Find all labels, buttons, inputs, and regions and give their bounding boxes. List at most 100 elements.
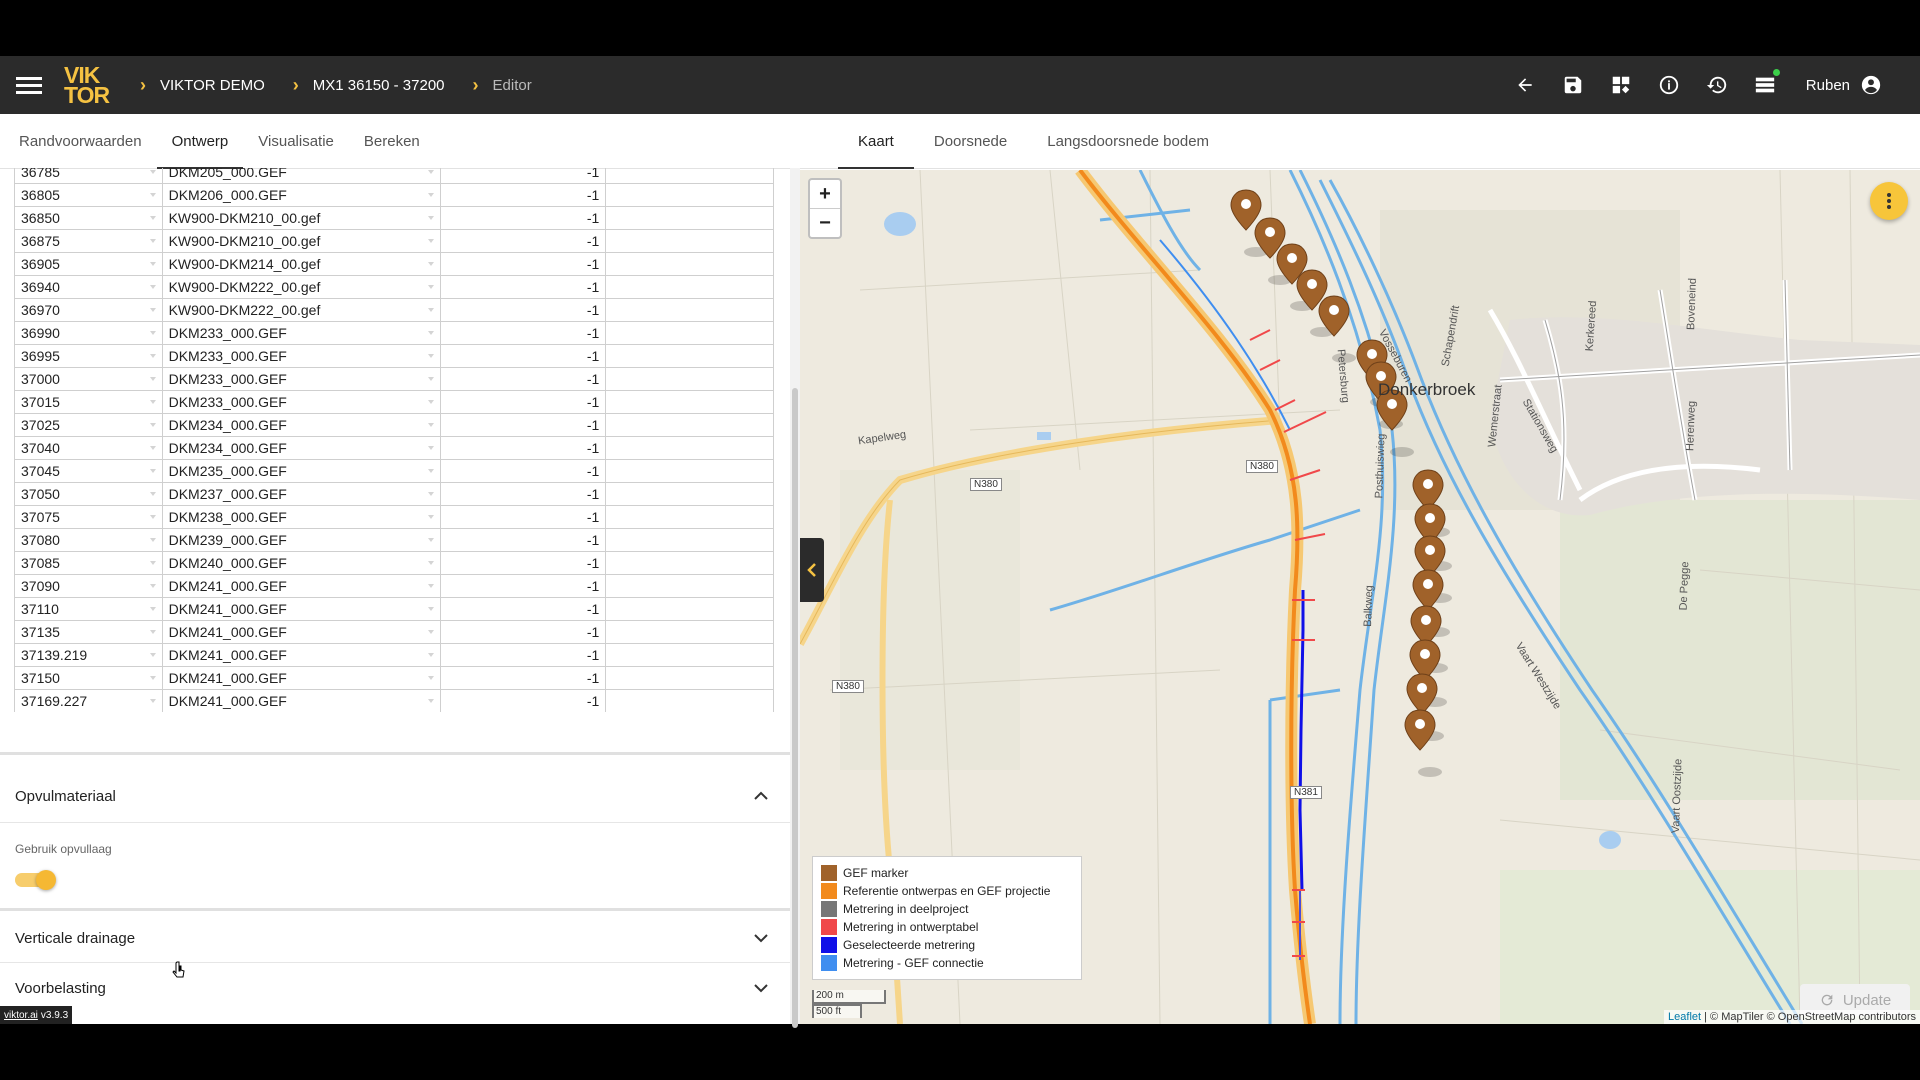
empty-cell[interactable] bbox=[605, 666, 774, 690]
section-opvulmateriaal-header[interactable]: Opvulmateriaal bbox=[0, 770, 790, 823]
empty-cell[interactable] bbox=[605, 321, 774, 345]
version-site-link[interactable]: viktor.ai bbox=[4, 1010, 38, 1021]
empty-cell[interactable] bbox=[605, 505, 774, 529]
info-icon[interactable] bbox=[1656, 72, 1682, 98]
map-menu-button[interactable] bbox=[1870, 182, 1908, 220]
empty-cell[interactable] bbox=[605, 252, 774, 276]
viktor-logo[interactable]: VIK TOR bbox=[64, 63, 112, 107]
metrering-cell[interactable]: 36990 bbox=[14, 321, 163, 345]
gef-file-cell[interactable]: KW900-DKM214_00.gef bbox=[161, 252, 441, 276]
metrering-cell[interactable]: 37075 bbox=[14, 505, 163, 529]
value-cell[interactable]: -1 bbox=[439, 390, 607, 414]
value-cell[interactable]: -1 bbox=[439, 482, 607, 506]
empty-cell[interactable] bbox=[605, 168, 774, 184]
gef-file-cell[interactable]: DKM241_000.GEF bbox=[161, 689, 441, 712]
value-cell[interactable]: -1 bbox=[439, 551, 607, 575]
opvullaag-toggle[interactable] bbox=[15, 870, 56, 890]
table-row[interactable]: 37000 DKM233_000.GEF -1 bbox=[14, 367, 774, 391]
empty-cell[interactable] bbox=[605, 597, 774, 621]
gef-file-cell[interactable]: DKM240_000.GEF bbox=[161, 551, 441, 575]
gef-file-cell[interactable]: KW900-DKM210_00.gef bbox=[161, 206, 441, 230]
gef-file-cell[interactable]: DKM241_000.GEF bbox=[161, 666, 441, 690]
empty-cell[interactable] bbox=[605, 298, 774, 322]
metrering-cell[interactable]: 37015 bbox=[14, 390, 163, 414]
gef-file-cell[interactable]: DKM241_000.GEF bbox=[161, 620, 441, 644]
value-cell[interactable]: -1 bbox=[439, 275, 607, 299]
empty-cell[interactable] bbox=[605, 275, 774, 299]
tab-randvoorwaarden[interactable]: Randvoorwaarden bbox=[4, 114, 157, 168]
table-row[interactable]: 37090 DKM241_000.GEF -1 bbox=[14, 574, 774, 598]
table-row[interactable]: 36995 DKM233_000.GEF -1 bbox=[14, 344, 774, 368]
tab-bereken[interactable]: Bereken bbox=[349, 114, 435, 168]
table-row[interactable]: 37150 DKM241_000.GEF -1 bbox=[14, 666, 774, 690]
table-row[interactable]: 37025 DKM234_000.GEF -1 bbox=[14, 413, 774, 437]
table-row[interactable]: 37169.227 DKM241_000.GEF -1 bbox=[14, 689, 774, 712]
metrering-cell[interactable]: 37169.227 bbox=[14, 689, 163, 712]
gef-file-cell[interactable]: DKM238_000.GEF bbox=[161, 505, 441, 529]
empty-cell[interactable] bbox=[605, 206, 774, 230]
apps-icon[interactable] bbox=[1608, 72, 1634, 98]
tab-visualisatie[interactable]: Visualisatie bbox=[243, 114, 349, 168]
gef-file-cell[interactable]: DKM241_000.GEF bbox=[161, 574, 441, 598]
scrollbar-thumb[interactable] bbox=[792, 388, 798, 1028]
empty-cell[interactable] bbox=[605, 344, 774, 368]
empty-cell[interactable] bbox=[605, 436, 774, 460]
tab-ontwerp[interactable]: Ontwerp bbox=[156, 114, 244, 169]
tab-kaart[interactable]: Kaart bbox=[838, 114, 914, 169]
value-cell[interactable]: -1 bbox=[439, 643, 607, 667]
empty-cell[interactable] bbox=[605, 183, 774, 207]
metrering-cell[interactable]: 36850 bbox=[14, 206, 163, 230]
metrering-cell[interactable]: 36805 bbox=[14, 183, 163, 207]
gef-file-cell[interactable]: KW900-DKM222_00.gef bbox=[161, 275, 441, 299]
metrering-cell[interactable]: 37025 bbox=[14, 413, 163, 437]
empty-cell[interactable] bbox=[605, 482, 774, 506]
menu-icon[interactable] bbox=[16, 76, 42, 94]
gef-file-cell[interactable]: DKM233_000.GEF bbox=[161, 367, 441, 391]
gef-file-cell[interactable]: DKM234_000.GEF bbox=[161, 436, 441, 460]
gef-file-cell[interactable]: DKM234_000.GEF bbox=[161, 413, 441, 437]
metrering-cell[interactable]: 36995 bbox=[14, 344, 163, 368]
tab-doorsnede[interactable]: Doorsnede bbox=[914, 114, 1027, 168]
value-cell[interactable]: -1 bbox=[439, 528, 607, 552]
table-row[interactable]: 36990 DKM233_000.GEF -1 bbox=[14, 321, 774, 345]
metrering-cell[interactable]: 37045 bbox=[14, 459, 163, 483]
queue-icon[interactable] bbox=[1752, 69, 1780, 98]
table-row[interactable]: 37135 DKM241_000.GEF -1 bbox=[14, 620, 774, 644]
table-row[interactable]: 37040 DKM234_000.GEF -1 bbox=[14, 436, 774, 460]
history-icon[interactable] bbox=[1704, 72, 1730, 98]
gef-file-cell[interactable]: DKM239_000.GEF bbox=[161, 528, 441, 552]
table-row[interactable]: 37015 DKM233_000.GEF -1 bbox=[14, 390, 774, 414]
gef-file-cell[interactable]: KW900-DKM210_00.gef bbox=[161, 229, 441, 253]
metrering-cell[interactable]: 36970 bbox=[14, 298, 163, 322]
value-cell[interactable]: -1 bbox=[439, 252, 607, 276]
value-cell[interactable]: -1 bbox=[439, 229, 607, 253]
gef-file-cell[interactable]: KW900-DKM222_00.gef bbox=[161, 298, 441, 322]
gef-file-cell[interactable]: DKM233_000.GEF bbox=[161, 390, 441, 414]
section-voorbelasting-header[interactable]: Voorbelasting bbox=[0, 964, 790, 1012]
table-row[interactable]: 36940 KW900-DKM222_00.gef -1 bbox=[14, 275, 774, 299]
metrering-cell[interactable]: 37000 bbox=[14, 367, 163, 391]
metrering-cell[interactable]: 36905 bbox=[14, 252, 163, 276]
table-row[interactable]: 37050 DKM237_000.GEF -1 bbox=[14, 482, 774, 506]
empty-cell[interactable] bbox=[605, 643, 774, 667]
value-cell[interactable]: -1 bbox=[439, 505, 607, 529]
empty-cell[interactable] bbox=[605, 367, 774, 391]
metrering-cell[interactable]: 37080 bbox=[14, 528, 163, 552]
table-row[interactable]: 36785 DKM205_000.GEF -1 bbox=[14, 168, 774, 184]
gef-file-cell[interactable]: DKM233_000.GEF bbox=[161, 344, 441, 368]
value-cell[interactable]: -1 bbox=[439, 206, 607, 230]
table-row[interactable]: 37110 DKM241_000.GEF -1 bbox=[14, 597, 774, 621]
value-cell[interactable]: -1 bbox=[439, 321, 607, 345]
empty-cell[interactable] bbox=[605, 413, 774, 437]
arrow-back-icon[interactable] bbox=[1512, 72, 1538, 98]
metrering-cell[interactable]: 37139.219 bbox=[14, 643, 163, 667]
value-cell[interactable]: -1 bbox=[439, 298, 607, 322]
table-row[interactable]: 37085 DKM240_000.GEF -1 bbox=[14, 551, 774, 575]
metrering-cell[interactable]: 37050 bbox=[14, 482, 163, 506]
user-menu[interactable]: Ruben bbox=[1806, 74, 1882, 96]
breadcrumb-entity[interactable]: › MX1 36150 - 37200 bbox=[293, 75, 445, 96]
value-cell[interactable]: -1 bbox=[439, 620, 607, 644]
metrering-cell[interactable]: 37085 bbox=[14, 551, 163, 575]
gef-file-cell[interactable]: DKM233_000.GEF bbox=[161, 321, 441, 345]
empty-cell[interactable] bbox=[605, 551, 774, 575]
